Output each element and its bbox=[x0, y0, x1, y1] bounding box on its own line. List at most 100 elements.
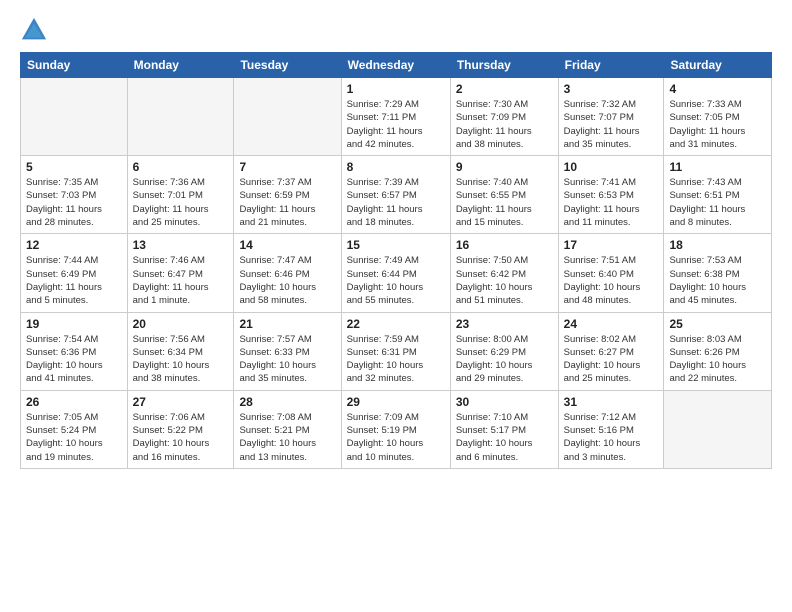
day-info: Sunrise: 7:59 AM Sunset: 6:31 PM Dayligh… bbox=[347, 333, 445, 386]
day-of-week-header: Monday bbox=[127, 53, 234, 78]
day-number: 9 bbox=[456, 160, 553, 174]
calendar-day-cell: 29Sunrise: 7:09 AM Sunset: 5:19 PM Dayli… bbox=[341, 390, 450, 468]
day-info: Sunrise: 7:53 AM Sunset: 6:38 PM Dayligh… bbox=[669, 254, 766, 307]
calendar-day-cell: 20 Sunrise: 7:56 AM Sunset: 6:34 PM Dayli… bbox=[127, 312, 234, 390]
day-number: 21 bbox=[239, 317, 335, 331]
day-number: 12 bbox=[26, 238, 122, 252]
day-of-week-header: Thursday bbox=[450, 53, 558, 78]
day-number: 8 bbox=[347, 160, 445, 174]
calendar-week-row: 26 Sunrise: 7:05 AM Sunset: 5:24 PM Dayli… bbox=[21, 390, 772, 468]
day-number: 28 bbox=[239, 395, 335, 409]
day-info: Sunrise: 7:37 AM Sunset: 6:59 PM Dayligh… bbox=[239, 176, 335, 229]
day-number: 2 bbox=[456, 82, 553, 96]
day-number: 13 bbox=[133, 238, 229, 252]
day-info: Sunrise: 8:02 AM Sunset: 6:27 PM Dayligh… bbox=[564, 333, 659, 386]
calendar-day-cell: 1Sunrise: 7:29 AM Sunset: 7:11 PM Daylig… bbox=[341, 78, 450, 156]
calendar-day-cell: 17 Sunrise: 7:51 AM Sunset: 6:40 PM Dayli… bbox=[558, 234, 664, 312]
day-number: 6 bbox=[133, 160, 229, 174]
day-number: 23 bbox=[456, 317, 553, 331]
day-number: 15 bbox=[347, 238, 445, 252]
day-number: 20 bbox=[133, 317, 229, 331]
calendar-day-cell: 12 Sunrise: 7:44 AM Sunset: 6:49 PM Dayli… bbox=[21, 234, 128, 312]
day-info: Sunrise: 7:56 AM Sunset: 6:34 PM Dayligh… bbox=[133, 333, 229, 386]
calendar-day-cell: 14 Sunrise: 7:47 AM Sunset: 6:46 PM Dayli… bbox=[234, 234, 341, 312]
day-of-week-header: Saturday bbox=[664, 53, 772, 78]
calendar-day-cell: 28Sunrise: 7:08 AM Sunset: 5:21 PM Dayli… bbox=[234, 390, 341, 468]
calendar-day-cell: 23 Sunrise: 8:00 AM Sunset: 6:29 PM Dayli… bbox=[450, 312, 558, 390]
calendar-day-cell: 3Sunrise: 7:32 AM Sunset: 7:07 PM Daylig… bbox=[558, 78, 664, 156]
day-number: 24 bbox=[564, 317, 659, 331]
page: SundayMondayTuesdayWednesdayThursdayFrid… bbox=[0, 0, 792, 612]
day-info: Sunrise: 8:00 AM Sunset: 6:29 PM Dayligh… bbox=[456, 333, 553, 386]
calendar-day-cell: 24 Sunrise: 8:02 AM Sunset: 6:27 PM Dayli… bbox=[558, 312, 664, 390]
day-of-week-header: Sunday bbox=[21, 53, 128, 78]
calendar-week-row: 5Sunrise: 7:35 AM Sunset: 7:03 PM Daylig… bbox=[21, 156, 772, 234]
day-number: 30 bbox=[456, 395, 553, 409]
day-info: Sunrise: 7:51 AM Sunset: 6:40 PM Dayligh… bbox=[564, 254, 659, 307]
day-info: Sunrise: 7:40 AM Sunset: 6:55 PM Dayligh… bbox=[456, 176, 553, 229]
calendar-day-cell: 27 Sunrise: 7:06 AM Sunset: 5:22 PM Dayli… bbox=[127, 390, 234, 468]
calendar-day-cell: 18 Sunrise: 7:53 AM Sunset: 6:38 PM Dayli… bbox=[664, 234, 772, 312]
calendar-day-cell: 9 Sunrise: 7:40 AM Sunset: 6:55 PM Daylig… bbox=[450, 156, 558, 234]
day-info: Sunrise: 7:43 AM Sunset: 6:51 PM Dayligh… bbox=[669, 176, 766, 229]
day-info: Sunrise: 7:33 AM Sunset: 7:05 PM Dayligh… bbox=[669, 98, 766, 151]
day-info: Sunrise: 7:09 AM Sunset: 5:19 PM Dayligh… bbox=[347, 411, 445, 464]
calendar-day-cell: 15 Sunrise: 7:49 AM Sunset: 6:44 PM Dayli… bbox=[341, 234, 450, 312]
calendar-week-row: 1Sunrise: 7:29 AM Sunset: 7:11 PM Daylig… bbox=[21, 78, 772, 156]
day-info: Sunrise: 7:10 AM Sunset: 5:17 PM Dayligh… bbox=[456, 411, 553, 464]
day-info: Sunrise: 7:06 AM Sunset: 5:22 PM Dayligh… bbox=[133, 411, 229, 464]
calendar-day-cell: 21 Sunrise: 7:57 AM Sunset: 6:33 PM Dayli… bbox=[234, 312, 341, 390]
day-number: 7 bbox=[239, 160, 335, 174]
day-number: 18 bbox=[669, 238, 766, 252]
day-of-week-header: Friday bbox=[558, 53, 664, 78]
calendar: SundayMondayTuesdayWednesdayThursdayFrid… bbox=[20, 52, 772, 469]
calendar-day-cell: 16Sunrise: 7:50 AM Sunset: 6:42 PM Dayli… bbox=[450, 234, 558, 312]
calendar-day-cell: 6 Sunrise: 7:36 AM Sunset: 7:01 PM Daylig… bbox=[127, 156, 234, 234]
calendar-day-cell: 26 Sunrise: 7:05 AM Sunset: 5:24 PM Dayli… bbox=[21, 390, 128, 468]
day-number: 26 bbox=[26, 395, 122, 409]
calendar-day-cell: 25 Sunrise: 8:03 AM Sunset: 6:26 PM Dayli… bbox=[664, 312, 772, 390]
day-info: Sunrise: 7:05 AM Sunset: 5:24 PM Dayligh… bbox=[26, 411, 122, 464]
calendar-day-cell: 8 Sunrise: 7:39 AM Sunset: 6:57 PM Daylig… bbox=[341, 156, 450, 234]
calendar-day-cell: 2Sunrise: 7:30 AM Sunset: 7:09 PM Daylig… bbox=[450, 78, 558, 156]
calendar-day-cell: 11 Sunrise: 7:43 AM Sunset: 6:51 PM Dayli… bbox=[664, 156, 772, 234]
calendar-day-cell: 22 Sunrise: 7:59 AM Sunset: 6:31 PM Dayli… bbox=[341, 312, 450, 390]
calendar-day-cell bbox=[234, 78, 341, 156]
day-number: 17 bbox=[564, 238, 659, 252]
header bbox=[20, 16, 772, 44]
calendar-body: 1Sunrise: 7:29 AM Sunset: 7:11 PM Daylig… bbox=[21, 78, 772, 469]
calendar-week-row: 12 Sunrise: 7:44 AM Sunset: 6:49 PM Dayli… bbox=[21, 234, 772, 312]
day-info: Sunrise: 7:12 AM Sunset: 5:16 PM Dayligh… bbox=[564, 411, 659, 464]
day-number: 5 bbox=[26, 160, 122, 174]
day-info: Sunrise: 7:54 AM Sunset: 6:36 PM Dayligh… bbox=[26, 333, 122, 386]
day-number: 27 bbox=[133, 395, 229, 409]
day-number: 19 bbox=[26, 317, 122, 331]
calendar-day-cell: 5Sunrise: 7:35 AM Sunset: 7:03 PM Daylig… bbox=[21, 156, 128, 234]
day-of-week-header: Wednesday bbox=[341, 53, 450, 78]
day-info: Sunrise: 8:03 AM Sunset: 6:26 PM Dayligh… bbox=[669, 333, 766, 386]
day-info: Sunrise: 7:49 AM Sunset: 6:44 PM Dayligh… bbox=[347, 254, 445, 307]
day-info: Sunrise: 7:46 AM Sunset: 6:47 PM Dayligh… bbox=[133, 254, 229, 307]
day-info: Sunrise: 7:57 AM Sunset: 6:33 PM Dayligh… bbox=[239, 333, 335, 386]
logo bbox=[20, 16, 52, 44]
day-number: 11 bbox=[669, 160, 766, 174]
calendar-day-cell: 30 Sunrise: 7:10 AM Sunset: 5:17 PM Dayli… bbox=[450, 390, 558, 468]
logo-icon bbox=[20, 16, 48, 44]
calendar-day-cell: 10Sunrise: 7:41 AM Sunset: 6:53 PM Dayli… bbox=[558, 156, 664, 234]
day-number: 14 bbox=[239, 238, 335, 252]
calendar-header: SundayMondayTuesdayWednesdayThursdayFrid… bbox=[21, 53, 772, 78]
day-number: 25 bbox=[669, 317, 766, 331]
calendar-day-cell bbox=[664, 390, 772, 468]
day-number: 22 bbox=[347, 317, 445, 331]
calendar-day-cell bbox=[21, 78, 128, 156]
day-info: Sunrise: 7:50 AM Sunset: 6:42 PM Dayligh… bbox=[456, 254, 553, 307]
day-info: Sunrise: 7:41 AM Sunset: 6:53 PM Dayligh… bbox=[564, 176, 659, 229]
day-of-week-header: Tuesday bbox=[234, 53, 341, 78]
day-number: 1 bbox=[347, 82, 445, 96]
day-info: Sunrise: 7:36 AM Sunset: 7:01 PM Dayligh… bbox=[133, 176, 229, 229]
day-info: Sunrise: 7:39 AM Sunset: 6:57 PM Dayligh… bbox=[347, 176, 445, 229]
day-info: Sunrise: 7:44 AM Sunset: 6:49 PM Dayligh… bbox=[26, 254, 122, 307]
day-info: Sunrise: 7:47 AM Sunset: 6:46 PM Dayligh… bbox=[239, 254, 335, 307]
calendar-day-cell: 19 Sunrise: 7:54 AM Sunset: 6:36 PM Dayli… bbox=[21, 312, 128, 390]
day-number: 31 bbox=[564, 395, 659, 409]
